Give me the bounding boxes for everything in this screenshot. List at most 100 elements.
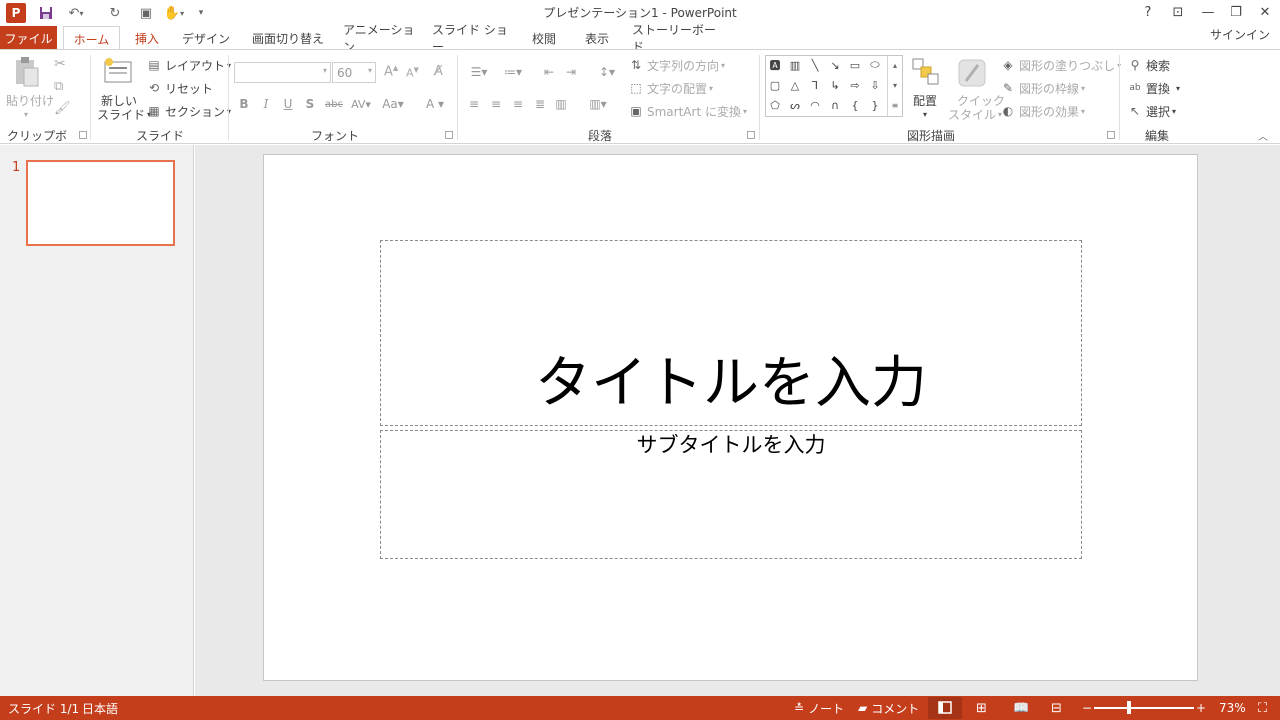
font-size-combo[interactable]: 60 ▾ <box>332 62 376 83</box>
arc-shape-icon[interactable]: ◠ <box>807 97 823 113</box>
shape-effects-button[interactable]: ◐ 図形の効果 ▾ <box>1000 101 1085 121</box>
tab-home[interactable]: ホーム <box>63 26 120 51</box>
right-brace-shape-icon[interactable]: } <box>867 97 883 113</box>
align-text-button[interactable]: ⬚ 文字の配置 ▾ <box>628 78 713 98</box>
find-button[interactable]: ⚲ 検索 <box>1127 55 1170 75</box>
zoom-level[interactable]: 73% <box>1219 700 1246 716</box>
drawing-launcher-icon[interactable] <box>1107 131 1115 139</box>
sign-in-link[interactable]: サインイン <box>1210 26 1270 44</box>
slide-counter[interactable]: スライド 1/1 <box>8 700 79 716</box>
rounded-rectangle-shape-icon[interactable]: ▢ <box>767 77 783 93</box>
bold-icon[interactable]: B <box>235 96 253 112</box>
quick-styles-button[interactable]: スタイル ▾ <box>948 104 1002 124</box>
arrange-dropdown-icon[interactable]: ▾ <box>923 104 927 124</box>
freeform-shape-icon[interactable]: ⬠ <box>767 97 783 113</box>
reset-button[interactable]: ⟲ リセット <box>146 78 213 98</box>
paste-dropdown-icon[interactable]: ▾ <box>24 104 28 124</box>
shape-outline-button[interactable]: ✎ 図形の枠線 ▾ <box>1000 78 1085 98</box>
layout-button[interactable]: ▤ レイアウト ▾ <box>146 55 231 75</box>
notes-button[interactable]: ≛ ノート <box>794 700 844 716</box>
minimize-icon[interactable]: — <box>1194 0 1222 24</box>
tab-view[interactable]: 表示 <box>578 26 616 50</box>
normal-view-button[interactable] <box>928 697 962 719</box>
collapse-ribbon-icon[interactable]: ︿ <box>1258 128 1268 143</box>
oval-shape-icon[interactable]: ⬭ <box>867 57 883 73</box>
increase-indent-icon[interactable]: ⇥ <box>562 64 580 80</box>
slide-sorter-view-icon[interactable]: ⊞ <box>976 700 987 716</box>
quick-styles-icon[interactable] <box>956 57 988 89</box>
help-icon[interactable]: ? <box>1134 0 1162 24</box>
slide-show-view-icon[interactable]: ⊟ <box>1051 700 1062 716</box>
zoom-in-icon[interactable]: + <box>1196 700 1206 716</box>
zoom-out-icon[interactable]: − <box>1082 700 1092 716</box>
section-button[interactable]: ▦ セクション ▾ <box>146 101 231 121</box>
clipboard-launcher-icon[interactable] <box>79 131 87 139</box>
tab-animations[interactable]: アニメーション <box>343 23 417 54</box>
comments-button[interactable]: ▰ コメント <box>858 700 919 716</box>
shapes-gallery[interactable]: 🅰 ▥ ╲ ↘ ▭ ⬭ ▢ △ ⅂ ↳ ⇨ ⇩ ⬠ ᔕ ◠ ∩ { } ▴ ▾ ≡ <box>765 55 903 117</box>
scribble-shape-icon[interactable]: ᔕ <box>787 97 803 113</box>
clear-formatting-icon[interactable]: A̸ <box>434 64 443 79</box>
columns-icon[interactable]: ▥▾ <box>584 96 612 112</box>
text-shadow-icon[interactable]: S <box>301 96 319 112</box>
line-shape-icon[interactable]: ╲ <box>807 57 823 73</box>
paste-button[interactable]: 貼り付け <box>6 90 54 110</box>
font-color-icon[interactable]: A ▾ <box>420 96 450 112</box>
reading-view-icon[interactable]: 📖 <box>1013 700 1029 716</box>
format-painter-icon[interactable]: 🖌 <box>54 101 71 116</box>
tab-review[interactable]: 校閲 <box>524 26 564 50</box>
font-launcher-icon[interactable] <box>445 131 453 139</box>
underline-icon[interactable]: U <box>279 96 297 112</box>
align-center-icon[interactable]: ≡ <box>487 96 505 112</box>
grow-font-icon[interactable]: A▲ <box>384 64 398 79</box>
zoom-slider-thumb[interactable] <box>1127 701 1131 714</box>
rectangle-shape-icon[interactable]: ▭ <box>847 57 863 73</box>
font-name-combo[interactable]: ▾ <box>234 62 331 83</box>
justify-icon[interactable]: ≣ <box>531 96 549 112</box>
shapes-gallery-scroll[interactable]: ▴ ▾ ≡ <box>887 56 902 116</box>
italic-icon[interactable]: I <box>257 96 275 112</box>
bullets-icon[interactable]: ☰▾ <box>465 64 493 80</box>
tab-storyboarding[interactable]: ストーリーボード <box>632 23 718 54</box>
vertical-text-box-shape-icon[interactable]: ▥ <box>787 57 803 73</box>
new-slide-button[interactable]: スライド ▾ <box>97 104 151 124</box>
paragraph-launcher-icon[interactable] <box>747 131 755 139</box>
align-right-icon[interactable]: ≡ <box>509 96 527 112</box>
text-box-shape-icon[interactable]: 🅰 <box>767 57 783 73</box>
close-icon[interactable]: ✕ <box>1251 0 1279 24</box>
align-left-icon[interactable]: ≡ <box>465 96 483 112</box>
paste-icon[interactable] <box>12 56 42 90</box>
copy-icon[interactable]: ⧉ <box>54 79 63 94</box>
elbow-arrow-connector-shape-icon[interactable]: ↳ <box>827 77 843 93</box>
text-direction-button[interactable]: ⇅ 文字列の方向 ▾ <box>628 55 725 75</box>
zoom-slider-track[interactable] <box>1094 707 1194 709</box>
shrink-font-icon[interactable]: A▼ <box>406 66 419 80</box>
replace-button[interactable]: ab 置換 ▾ <box>1127 78 1180 98</box>
change-case-icon[interactable]: Aa▾ <box>378 96 408 112</box>
fit-slide-icon[interactable]: ⛶ <box>1258 700 1267 716</box>
decrease-indent-icon[interactable]: ⇤ <box>540 64 558 80</box>
slide-thumbnail[interactable] <box>26 160 175 246</box>
arrange-icon[interactable] <box>911 57 941 87</box>
cut-icon[interactable]: ✂ <box>54 56 66 72</box>
triangle-shape-icon[interactable]: △ <box>787 77 803 93</box>
down-arrow-shape-icon[interactable]: ⇩ <box>867 77 883 93</box>
strikethrough-icon[interactable]: abc <box>322 96 346 112</box>
arrow-line-shape-icon[interactable]: ↘ <box>827 57 843 73</box>
character-spacing-icon[interactable]: AV▾ <box>348 96 374 112</box>
right-arrow-shape-icon[interactable]: ⇨ <box>847 77 863 93</box>
tab-file[interactable]: ファイル <box>0 26 57 50</box>
select-button[interactable]: ↖ 選択 ▾ <box>1127 101 1176 121</box>
tab-transitions[interactable]: 画面切り替え <box>248 26 328 50</box>
tab-insert[interactable]: 挿入 <box>128 26 166 50</box>
ribbon-display-options-icon[interactable]: ⊡ <box>1164 0 1192 24</box>
line-spacing-icon[interactable]: ↕▾ <box>594 64 620 80</box>
language-indicator[interactable]: 日本語 <box>82 700 118 716</box>
left-brace-shape-icon[interactable]: { <box>847 97 863 113</box>
shape-fill-button[interactable]: ◈図形の塗りつぶし▾ <box>1000 55 1121 75</box>
tab-design[interactable]: デザイン <box>180 26 232 50</box>
curve-shape-icon[interactable]: ∩ <box>827 97 843 113</box>
new-slide-icon[interactable] <box>103 56 133 86</box>
numbering-icon[interactable]: ≔▾ <box>498 64 528 80</box>
smartart-button[interactable]: ▣ SmartArt に変換 ▾ <box>628 101 747 121</box>
